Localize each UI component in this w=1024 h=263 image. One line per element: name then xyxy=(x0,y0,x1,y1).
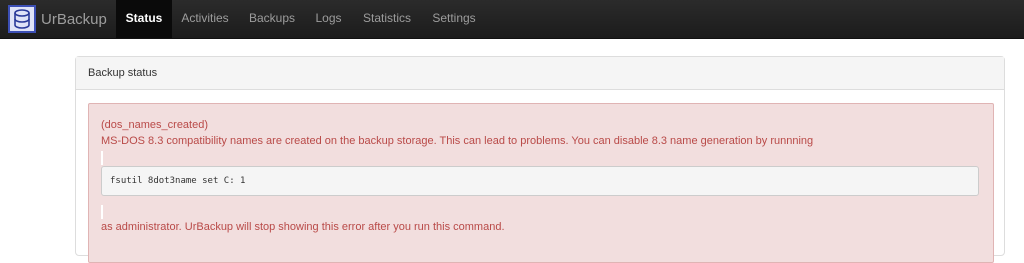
error-alert: (dos_names_created) MS-DOS 8.3 compatibi… xyxy=(88,103,994,263)
top-navbar: UrBackup Status Activities Backups Logs … xyxy=(0,0,1024,39)
backup-status-panel: Backup status (dos_names_created) MS-DOS… xyxy=(75,56,1005,263)
nav-tab-statistics[interactable]: Statistics xyxy=(352,0,422,38)
text-cursor-marker xyxy=(101,205,103,219)
alert-code-name: (dos_names_created) xyxy=(101,119,209,131)
database-icon xyxy=(8,5,36,33)
nav-tab-backups[interactable]: Backups xyxy=(239,0,305,38)
panel-title: Backup status xyxy=(76,57,1004,90)
nav-tab-logs[interactable]: Logs xyxy=(305,0,352,38)
alert-message: MS-DOS 8.3 compatibility names are creat… xyxy=(101,135,814,147)
alert-footer: as administrator. UrBackup will stop sho… xyxy=(101,221,505,233)
nav-tab-settings[interactable]: Settings xyxy=(422,0,486,38)
nav-tab-status[interactable]: Status xyxy=(116,0,172,38)
text-cursor-marker xyxy=(101,151,103,165)
nav-tab-activities[interactable]: Activities xyxy=(172,0,238,38)
command-code-block[interactable]: fsutil 8dot3name set C: 1 xyxy=(101,166,979,196)
brand-link[interactable]: UrBackup xyxy=(8,4,107,34)
brand-name: UrBackup xyxy=(41,10,107,28)
